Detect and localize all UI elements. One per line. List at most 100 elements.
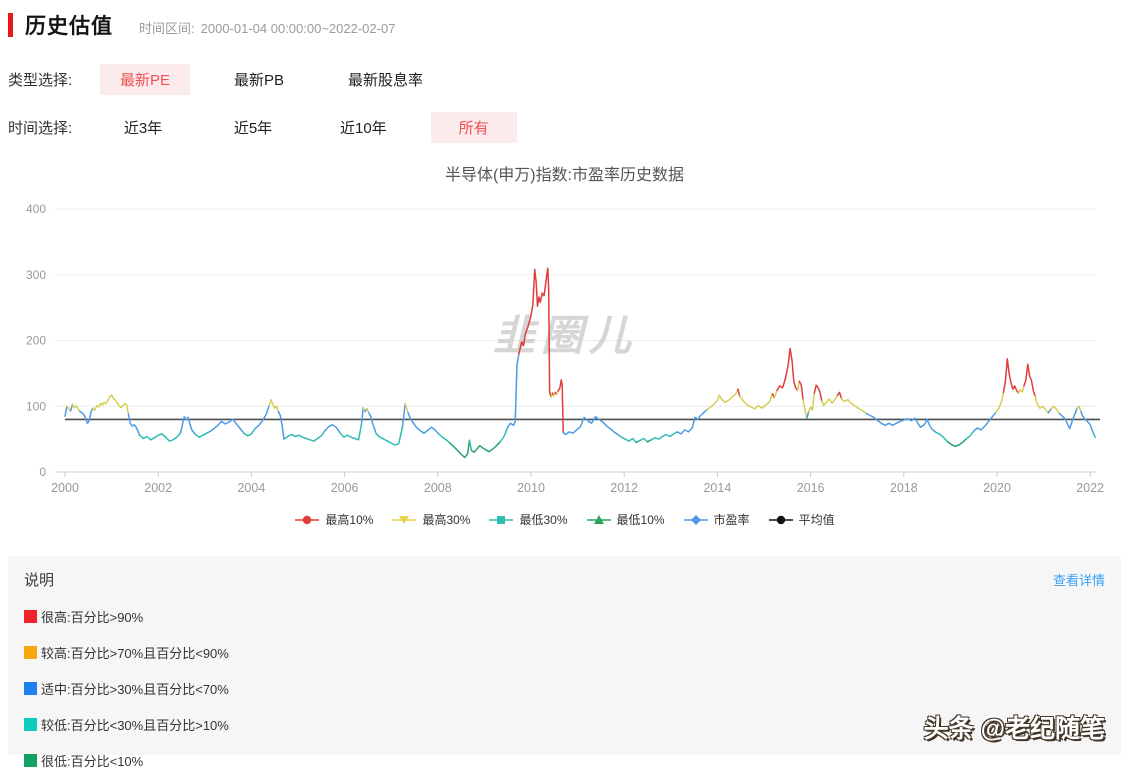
pe-line-segment [1058,407,1078,430]
pe-line-segment [935,431,949,443]
pe-line-segment [470,441,501,454]
pe-line-segment [499,426,509,443]
pe-line-segment [127,413,141,436]
date-range-value: 2000-01-04 00:00:00~2022-02-07 [200,21,396,36]
very-low-swatch [24,754,37,767]
x-axis-tick-label: 2014 [703,481,731,495]
legend-item-4[interactable]: 市盈率 [683,511,750,528]
page-title: 历史估值 [25,15,113,38]
time-selector-label: 时间选择: [8,120,73,137]
pe-line-segment [360,406,364,426]
y-axis-tick-label: 200 [26,334,46,348]
title-accent-bar [8,13,13,37]
pe-line-segment [375,426,404,446]
pe-line-segment [401,402,406,429]
pe-line-segment [209,418,245,434]
y-axis-tick-label: 300 [26,268,46,282]
pe-line-segment [277,410,285,440]
pe-history-line-chart[interactable]: 0 100 200 300 400 2000 2002 2004 2006 2008 2010 201… [0,185,1129,510]
type-option-dividend[interactable]: 最新股息率 [328,64,443,95]
view-details-link[interactable]: 查看详情 [1053,570,1105,589]
pe-line-segment [737,388,741,398]
pe-line-segment [1023,363,1036,398]
pe-line-segment [807,392,816,413]
x-axis-tick-label: 2008 [424,481,452,495]
pe-line-segment [64,405,68,417]
time-selector-row: 时间选择: 近3年 近5年 近10年 所有 [8,112,541,143]
legend-item-5[interactable]: 平均值 [768,511,835,528]
explanation-title: 说明 [24,572,55,589]
pe-line-segment [138,431,182,442]
legend-label: 最高10% [325,513,374,527]
pe-line-segment [1002,358,1020,394]
explain-row-high: 较高:百分比>70%且百分比<90% [24,643,1105,662]
diamond-marker-icon [683,514,708,525]
legend-label: 最低30% [519,513,568,527]
pe-line-segment [806,410,810,419]
very-high-swatch [24,610,37,623]
pe-line-segment [506,352,520,429]
explain-row-very-low: 很低:百分比<10% [24,751,1105,770]
pe-line-segment [776,347,799,392]
pe-line-segment [972,411,997,432]
pe-line-segment [449,439,471,459]
circle-marker-icon [768,515,793,524]
pe-line-segment [268,398,280,413]
pe-line-segment [639,437,649,443]
pe-line-segment [1076,405,1082,413]
time-option-all[interactable]: 所有 [430,112,517,143]
pe-line-segment [404,402,409,414]
x-axis-tick-label: 2002 [144,481,172,495]
pe-line-segment [426,426,440,435]
x-axis-tick-label: 2020 [983,481,1011,495]
square-marker-icon [489,515,514,524]
legend-item-0[interactable]: 最高10% [294,511,373,528]
legend-label: 最低10% [616,513,665,527]
pe-line-segment [798,380,804,401]
chart-watermark: 韭圈儿 [493,312,637,359]
pe-line-segment [1034,395,1050,414]
explain-row-label: 适中:百分比>30%且百分比<70% [41,682,229,697]
pe-line-segment [813,384,823,402]
time-option-5y[interactable]: 近5年 [210,112,296,143]
pe-line-segment [796,380,801,392]
type-option-pb[interactable]: 最新PB [214,64,304,95]
pe-line-segment [254,404,270,430]
explain-row-very-high: 很高:百分比>90% [24,607,1105,626]
pe-line-segment [1093,433,1097,438]
chart-title: 半导体(申万)指数:市盈率历史数据 [444,167,685,184]
x-axis-tick-label: 2006 [331,481,359,495]
y-axis-tick-label: 400 [26,202,46,216]
pe-line-segment [1080,410,1095,436]
pe-line-segment [946,438,967,448]
explain-row-label: 很高:百分比>90% [41,610,144,625]
chart-legend: 最高10% 最高30% 最低30% 最低10% 市盈率 平均值 [0,511,1129,528]
explain-row-label: 较低:百分比<30%且百分比>10% [41,718,229,733]
legend-item-1[interactable]: 最高30% [391,511,470,528]
x-axis-tick-label: 2000 [51,481,79,495]
time-option-10y[interactable]: 近10年 [320,112,407,143]
legend-item-3[interactable]: 最低10% [586,511,665,528]
pe-line-segment [995,391,1005,413]
pe-line-segment [650,431,679,441]
triangle-up-marker-icon [586,514,611,524]
pe-line-segment [616,433,638,444]
explain-row-medium: 适中:百分比>30%且百分比<70% [24,679,1105,698]
x-axis-tick-label: 2004 [237,481,265,495]
circle-marker-icon [295,515,320,524]
type-option-pe[interactable]: 最新PE [100,64,191,95]
x-axis-tick-label: 2022 [1076,481,1104,495]
pe-line-segment [865,412,938,434]
pe-line-segment [1050,405,1061,415]
low-swatch [24,718,37,731]
time-option-3y[interactable]: 近3年 [100,112,186,143]
triangle-down-marker-icon [392,515,417,524]
legend-item-2[interactable]: 最低30% [488,511,568,528]
pe-line-segment [802,398,808,419]
pe-line-segment [194,430,212,438]
corner-watermark: 头条 @老纪随笔 [923,715,1105,743]
y-axis-tick-label: 100 [26,399,46,413]
pe-line-segment [71,403,81,413]
page-header: 历史估值 时间区间: 2000-01-04 00:00:00~2022-02-07 [8,10,395,40]
pe-line-segment [407,412,425,434]
